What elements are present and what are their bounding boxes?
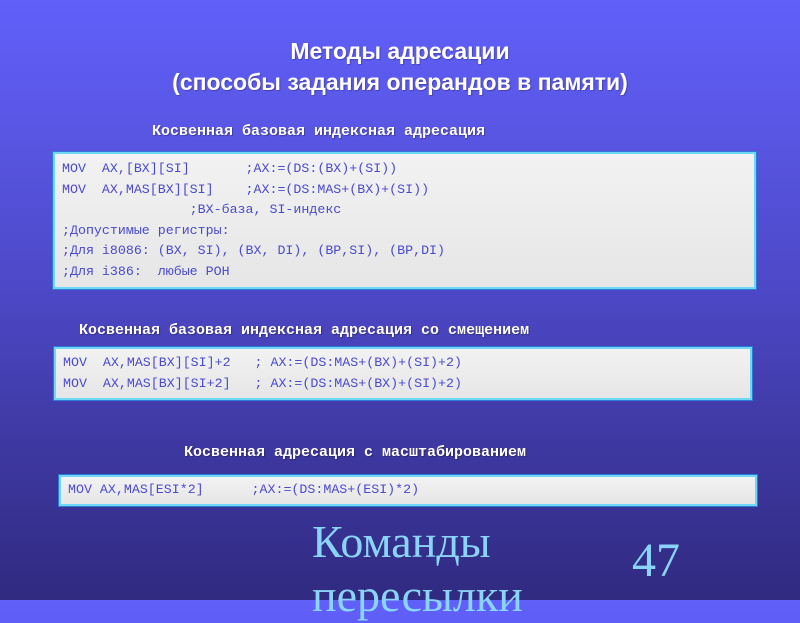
code-line: ;Допустимые регистры: <box>62 222 230 238</box>
code-line: ;BX-база, SI-индекс <box>62 202 342 217</box>
code-line: MOV AX,MAS[BX][SI+2] ; AX:=(DS:MAS+(BX)+… <box>63 375 462 391</box>
section-heading-indirect-base-index-offset: Косвенная базовая индексная адресация со… <box>79 322 530 339</box>
code-line: MOV AX,[BX][SI] ;AX:=(DS:(BX)+(SI)) <box>62 161 398 176</box>
code-box-indirect-scaled: MOV AX,MAS[ESI*2] ;AX:=(DS:MAS+(ESI)*2) <box>59 475 757 506</box>
slide-title-line-2: (способы задания операндов в памяти) <box>172 69 628 95</box>
code-box-indirect-base-index-offset: MOV AX,MAS[BX][SI]+2 ; AX:=(DS:MAS+(BX)+… <box>54 347 752 400</box>
slide-number: 47 <box>632 534 680 587</box>
code-line: ;Для i386: любые РОН <box>62 263 230 279</box>
footer-title: Команды пересылки <box>312 515 523 623</box>
footer-title-line-2: пересылки <box>312 570 523 621</box>
code-line: MOV AX,MAS[BX][SI] ;AX:=(DS:MAS+(BX)+(SI… <box>62 181 430 197</box>
code-line: MOV AX,MAS[BX][SI]+2 ; AX:=(DS:MAS+(BX)+… <box>63 355 462 370</box>
slide-title: Методы адресации (способы задания операн… <box>0 36 800 98</box>
code-box-indirect-base-index: MOV AX,[BX][SI] ;AX:=(DS:(BX)+(SI)) MOV … <box>53 152 756 289</box>
section-heading-indirect-base-index: Косвенная базовая индексная адресация <box>152 123 486 140</box>
footer-title-line-1: Команды <box>312 516 491 567</box>
code-line: MOV AX,MAS[ESI*2] ;AX:=(DS:MAS+(ESI)*2) <box>68 482 420 497</box>
slide-title-line-1: Методы адресации <box>290 38 510 64</box>
code-line: ;Для i8086: (BX, SI), (BX, DI), (BP,SI),… <box>62 243 446 258</box>
section-heading-indirect-scaled: Косвенная адресация с масштабированием <box>184 444 527 461</box>
